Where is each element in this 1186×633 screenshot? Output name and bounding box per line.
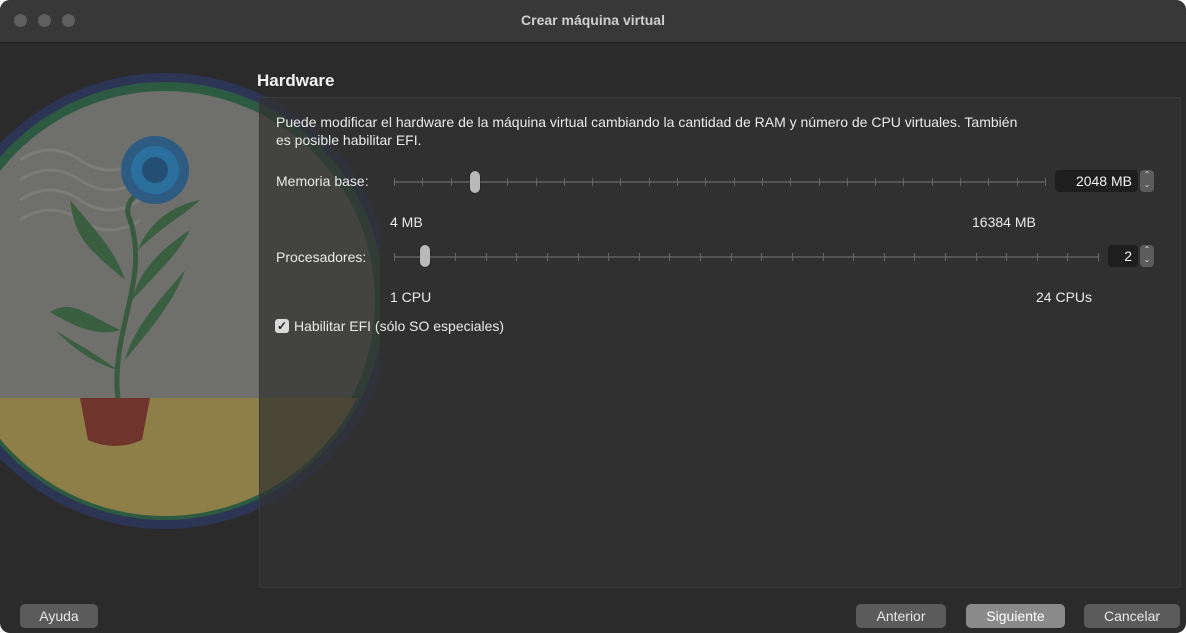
memory-slider-track[interactable] bbox=[394, 181, 1045, 183]
memory-slider-tick bbox=[507, 178, 508, 186]
memory-slider-tick bbox=[932, 178, 933, 186]
processors-slider-thumb[interactable] bbox=[419, 245, 430, 267]
processors-slider-tick bbox=[823, 253, 824, 261]
processors-slider-tick bbox=[394, 253, 395, 261]
processors-label: Procesadores: bbox=[276, 249, 367, 265]
memory-label: Memoria base: bbox=[276, 173, 369, 189]
hardware-panel bbox=[259, 97, 1181, 588]
help-button[interactable]: Ayuda bbox=[20, 604, 98, 628]
processors-slider-tick bbox=[1098, 253, 1099, 261]
memory-slider-tick bbox=[620, 178, 621, 186]
processors-slider-tick bbox=[516, 253, 517, 261]
processors-slider-tick bbox=[486, 253, 487, 261]
memory-slider-tick bbox=[564, 178, 565, 186]
chevron-down-icon[interactable]: ⌄ bbox=[1140, 180, 1154, 190]
chevron-up-icon[interactable]: ⌃ bbox=[1140, 170, 1154, 180]
processors-slider-tick bbox=[1006, 253, 1007, 261]
memory-slider-tick bbox=[422, 178, 423, 186]
back-button[interactable]: Anterior bbox=[856, 604, 946, 628]
efi-checkbox[interactable]: ✓ bbox=[275, 319, 289, 333]
memory-min-label: 4 MB bbox=[390, 214, 423, 230]
processors-value-field[interactable]: 2 bbox=[1108, 245, 1138, 267]
memory-slider-tick bbox=[875, 178, 876, 186]
memory-slider-tick bbox=[649, 178, 650, 186]
processors-slider-tick bbox=[608, 253, 609, 261]
chevron-up-icon[interactable]: ⌃ bbox=[1140, 245, 1154, 255]
memory-slider-tick bbox=[1045, 178, 1046, 186]
processors-slider-tick bbox=[455, 253, 456, 261]
memory-slider-tick bbox=[734, 178, 735, 186]
processors-slider-tick bbox=[1037, 253, 1038, 261]
description-text: Puede modificar el hardware de la máquin… bbox=[276, 114, 1018, 148]
processors-slider-tick bbox=[884, 253, 885, 261]
processors-slider-tick bbox=[1067, 253, 1068, 261]
next-button[interactable]: Siguiente bbox=[966, 604, 1065, 628]
wizard-window: Crear máquina virtual Hardware Puede mod… bbox=[0, 0, 1186, 633]
processors-slider-tick bbox=[914, 253, 915, 261]
processors-slider-tick bbox=[853, 253, 854, 261]
memory-slider-tick bbox=[1017, 178, 1018, 186]
memory-slider-tick bbox=[592, 178, 593, 186]
processors-stepper[interactable]: ⌃ ⌄ bbox=[1140, 245, 1154, 267]
memory-stepper[interactable]: ⌃ ⌄ bbox=[1140, 170, 1154, 192]
cancel-button[interactable]: Cancelar bbox=[1084, 604, 1180, 628]
memory-slider-thumb[interactable] bbox=[470, 171, 481, 193]
memory-slider-tick bbox=[903, 178, 904, 186]
memory-slider-tick bbox=[790, 178, 791, 186]
memory-slider-tick bbox=[762, 178, 763, 186]
memory-slider-tick bbox=[988, 178, 989, 186]
checkmark-icon: ✓ bbox=[276, 319, 288, 333]
processors-slider-tick bbox=[669, 253, 670, 261]
memory-slider-tick bbox=[960, 178, 961, 186]
memory-slider-tick bbox=[705, 178, 706, 186]
processors-slider-tick bbox=[547, 253, 548, 261]
processors-slider-tick bbox=[761, 253, 762, 261]
memory-slider-tick bbox=[677, 178, 678, 186]
memory-max-label: 16384 MB bbox=[972, 214, 1036, 230]
processors-slider-tick bbox=[976, 253, 977, 261]
processors-slider-tick bbox=[792, 253, 793, 261]
processors-slider-tick bbox=[731, 253, 732, 261]
memory-slider-tick bbox=[394, 178, 395, 186]
processors-max-label: 24 CPUs bbox=[1036, 289, 1093, 305]
chevron-down-icon[interactable]: ⌄ bbox=[1140, 255, 1154, 265]
memory-slider-tick bbox=[536, 178, 537, 186]
processors-slider-tick bbox=[578, 253, 579, 261]
processors-slider-tick bbox=[639, 253, 640, 261]
window-title: Crear máquina virtual bbox=[521, 12, 665, 28]
memory-slider-tick bbox=[819, 178, 820, 186]
title-bar: Crear máquina virtual bbox=[0, 0, 1186, 43]
page-title: Hardware bbox=[257, 71, 335, 90]
efi-checkbox-label[interactable]: Habilitar EFI (sólo SO especiales) bbox=[294, 318, 504, 334]
processors-min-label: 1 CPU bbox=[390, 289, 432, 305]
processors-slider-tick bbox=[945, 253, 946, 261]
memory-slider-tick bbox=[451, 178, 452, 186]
processors-slider-tick bbox=[700, 253, 701, 261]
memory-value-field[interactable]: 2048 MB bbox=[1055, 170, 1138, 192]
processors-slider-track[interactable] bbox=[394, 256, 1098, 258]
memory-slider-tick bbox=[847, 178, 848, 186]
